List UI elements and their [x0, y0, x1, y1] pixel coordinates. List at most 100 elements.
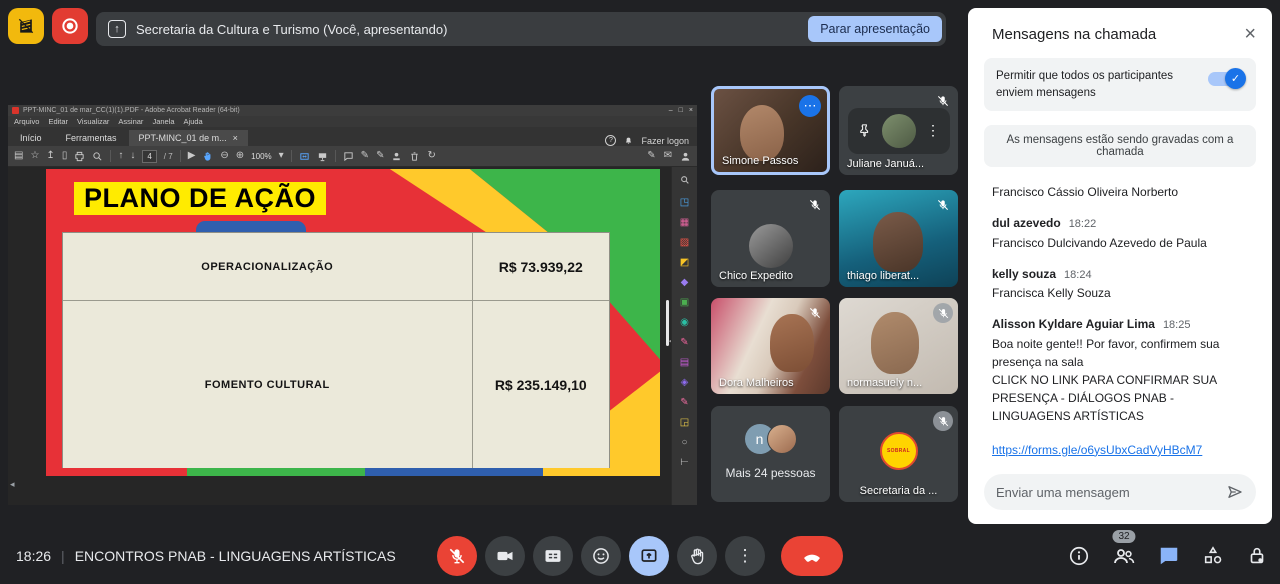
- rail-create-pdf-icon[interactable]: ▨: [680, 238, 689, 248]
- minimize-icon[interactable]: –: [669, 107, 673, 114]
- rail-stamp-icon[interactable]: ◉: [680, 318, 689, 328]
- rail-more-tools-icon[interactable]: ○: [681, 438, 687, 448]
- refresh-icon[interactable]: ↻: [427, 151, 435, 161]
- message-link[interactable]: https://forms.gle/o6ysUbxCadVyHBcM7: [992, 441, 1202, 459]
- menu-visualizar[interactable]: Visualizar: [77, 117, 109, 126]
- rail-share-icon[interactable]: ◆: [681, 278, 689, 288]
- menu-editar[interactable]: Editar: [48, 117, 68, 126]
- chat-button[interactable]: [1158, 545, 1180, 567]
- end-call-button[interactable]: [781, 536, 843, 576]
- tab-inicio[interactable]: Início: [8, 130, 54, 146]
- menu-janela[interactable]: Janela: [152, 117, 174, 126]
- window-close-icon[interactable]: ×: [689, 107, 693, 114]
- zoom-in-icon[interactable]: ⊕: [236, 151, 244, 161]
- page-number-field[interactable]: 4: [142, 150, 156, 163]
- tab-document[interactable]: PPT-MINC_01 de m... ×: [129, 130, 248, 146]
- tab-close-icon[interactable]: ×: [233, 133, 238, 143]
- activities-button[interactable]: [1202, 545, 1224, 567]
- captions-button[interactable]: [533, 536, 573, 576]
- hand-tool-icon[interactable]: [202, 151, 213, 162]
- stop-presentation-button[interactable]: Parar apresentação: [808, 16, 942, 42]
- menu-ajuda[interactable]: Ajuda: [184, 117, 203, 126]
- camera-toggle-button[interactable]: [485, 536, 525, 576]
- send-icon[interactable]: [1226, 483, 1244, 501]
- bell-icon[interactable]: [624, 136, 633, 146]
- print-icon[interactable]: [74, 151, 85, 162]
- zoom-caret-icon[interactable]: ▾: [279, 151, 284, 161]
- rail-search-icon[interactable]: [680, 175, 690, 188]
- allow-messages-toggle[interactable]: ✓: [1208, 72, 1244, 86]
- previous-page-icon[interactable]: ↑: [118, 151, 123, 161]
- message-sender: Alisson Kyldare Aguiar Lima: [992, 315, 1155, 333]
- chat-message-input[interactable]: [996, 485, 1218, 500]
- message-time: 18:24: [1064, 267, 1092, 284]
- overflow-tile-more-people[interactable]: n Mais 24 pessoas: [711, 406, 830, 502]
- zoom-level-select[interactable]: 100%: [251, 152, 271, 161]
- account-icon[interactable]: [680, 151, 691, 162]
- rail-organize-pages-icon[interactable]: ▦: [680, 218, 689, 228]
- participant-tile-secretaria[interactable]: SOBRAL Secretaria da ...: [839, 406, 958, 502]
- login-link[interactable]: Fazer logon: [641, 136, 689, 146]
- participant-tile-thiago[interactable]: thiago liberat...: [839, 190, 958, 287]
- stamp-icon[interactable]: [391, 151, 402, 162]
- participant-count-badge: 32: [1112, 530, 1135, 543]
- select-tool-icon[interactable]: ▶: [188, 151, 196, 161]
- message-time: 18:25: [1163, 317, 1191, 334]
- menu-assinar[interactable]: Assinar: [118, 117, 143, 126]
- share-upload-icon[interactable]: ↥: [46, 151, 54, 161]
- host-controls-button[interactable]: [1246, 545, 1268, 567]
- more-vert-icon[interactable]: ⋮: [926, 122, 940, 139]
- pane-collapse-icon[interactable]: ◂: [10, 479, 15, 490]
- more-options-button[interactable]: ⋮: [725, 536, 765, 576]
- meeting-title: ENCONTROS PNAB - LINGUAGENS ARTÍSTICAS: [75, 548, 396, 564]
- rail-fill-sign-icon[interactable]: ✎: [680, 338, 688, 348]
- help-icon[interactable]: ?: [605, 135, 616, 146]
- mic-toggle-button[interactable]: [437, 536, 477, 576]
- rail-export-pdf-icon[interactable]: ◳: [680, 198, 689, 208]
- rail-add-doc-icon[interactable]: ◲: [680, 418, 689, 428]
- tile-menu-icon[interactable]: ⋯: [799, 95, 821, 117]
- participant-tile-simone[interactable]: ⋯ Simone Passos: [711, 86, 830, 175]
- fill-sign-icon[interactable]: ✎: [647, 151, 655, 161]
- export-page-icon[interactable]: ▯: [62, 151, 68, 161]
- sign-pen-icon[interactable]: ✎: [376, 151, 384, 161]
- people-button[interactable]: 32: [1112, 544, 1136, 568]
- acrobat-menubar: Arquivo Editar Visualizar Assinar Janela…: [8, 116, 697, 127]
- avatar[interactable]: [882, 114, 916, 148]
- reactions-button[interactable]: [581, 536, 621, 576]
- tab-ferramentas[interactable]: Ferramentas: [54, 130, 129, 146]
- rail-edit-pdf-icon[interactable]: ▤: [680, 358, 689, 368]
- comment-icon[interactable]: [343, 151, 354, 162]
- participant-video: [740, 105, 784, 161]
- participant-tile-dora[interactable]: Dora Malheiros: [711, 298, 830, 394]
- search-icon[interactable]: [92, 151, 103, 162]
- meeting-details-button[interactable]: [1068, 545, 1090, 567]
- close-icon[interactable]: ×: [1244, 24, 1256, 44]
- star-icon[interactable]: ☆: [30, 151, 39, 161]
- zoom-out-icon[interactable]: ⊖: [220, 151, 228, 161]
- fit-width-icon[interactable]: [299, 151, 310, 162]
- rail-combine-files-icon[interactable]: ▣: [680, 298, 689, 308]
- raise-hand-button[interactable]: [677, 536, 717, 576]
- rail-measure-icon[interactable]: ✎: [680, 398, 688, 408]
- edit-pencil-icon[interactable]: ✎: [361, 151, 369, 161]
- menu-arquivo[interactable]: Arquivo: [14, 117, 39, 126]
- companion-app-button[interactable]: [8, 8, 44, 44]
- recording-indicator-button[interactable]: [52, 8, 88, 44]
- people-icon: [1112, 544, 1136, 568]
- restore-icon[interactable]: □: [679, 107, 683, 114]
- save-file-icon[interactable]: ▤: [14, 151, 23, 161]
- participant-tile-normasuely[interactable]: normasuely n...: [839, 298, 958, 394]
- participant-tile-juliane[interactable]: ⋮ Juliane Januá...: [839, 86, 958, 175]
- delete-icon[interactable]: [409, 151, 420, 162]
- rail-comment-icon[interactable]: ◩: [680, 258, 689, 268]
- pin-icon[interactable]: [857, 123, 872, 138]
- present-button[interactable]: [629, 536, 669, 576]
- participant-tile-chico[interactable]: Chico Expedito: [711, 190, 830, 287]
- page-total-label: / 7: [164, 152, 173, 161]
- rail-send-review-icon[interactable]: ◈: [681, 378, 689, 388]
- next-page-icon[interactable]: ↓: [130, 151, 135, 161]
- presentation-mode-icon[interactable]: [317, 151, 328, 162]
- rail-ruler-icon[interactable]: ⊢: [680, 458, 689, 468]
- mail-icon[interactable]: ✉: [664, 151, 672, 161]
